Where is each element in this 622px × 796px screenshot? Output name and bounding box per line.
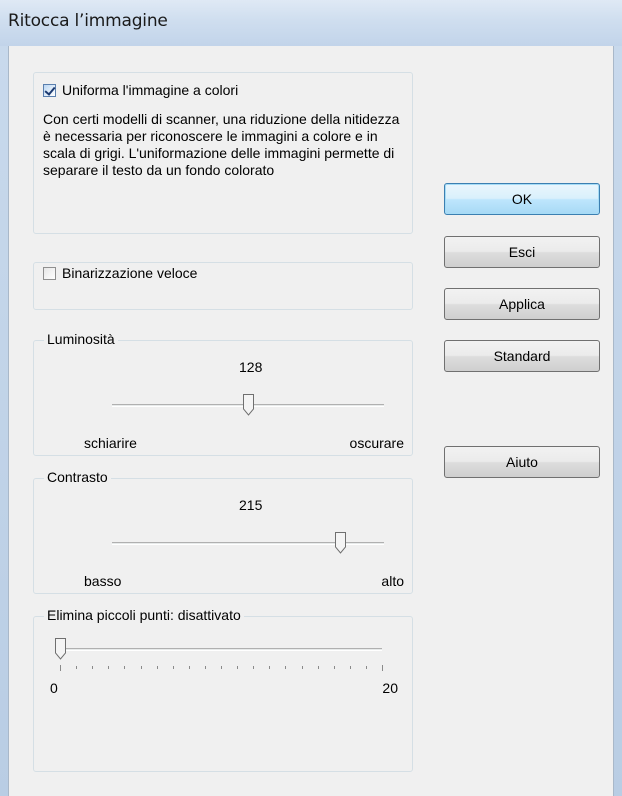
specks-tick — [317, 666, 319, 669]
window-title: Ritocca l’immagine — [8, 11, 168, 31]
specks-tick — [253, 666, 255, 669]
binarization-group: Binarizzazione veloce — [33, 262, 413, 310]
specks-tick — [382, 665, 383, 671]
brightness-min-label: schiarire — [84, 435, 137, 451]
dialog-client-area: Uniforma l'immagine a colori Con certi m… — [8, 46, 614, 796]
brightness-title: Luminosità — [44, 331, 118, 348]
window-frame-left — [0, 46, 8, 796]
specks-min-label: 0 — [50, 680, 58, 696]
standard-button[interactable]: Standard — [444, 340, 600, 372]
brightness-value: 128 — [239, 359, 263, 375]
brightness-max-label: oscurare — [349, 435, 404, 451]
specks-tick — [204, 666, 206, 669]
specks-tick — [156, 666, 158, 669]
specks-tick — [76, 666, 78, 669]
specks-max-label: 20 — [382, 680, 398, 696]
contrast-value: 215 — [239, 497, 263, 513]
apply-button[interactable]: Applica — [444, 288, 600, 320]
contrast-max-label: alto — [381, 573, 404, 589]
specks-tick — [124, 666, 126, 669]
smooth-image-description: Con certi modelli di scanner, una riduzi… — [43, 111, 400, 178]
specks-tick — [301, 666, 303, 669]
specks-tick — [221, 666, 222, 669]
specks-tick — [349, 666, 351, 669]
brightness-slider-thumb[interactable] — [242, 394, 254, 416]
specks-tick — [188, 666, 190, 669]
brightness-group: Luminosità 128 schiarire oscurare — [33, 331, 413, 456]
specks-group: Elimina piccoli punti: disattivato 0 20 — [33, 607, 413, 772]
contrast-group: Contrasto 215 basso alto — [33, 469, 413, 594]
exit-button[interactable]: Esci — [444, 236, 600, 268]
ok-button[interactable]: OK — [444, 183, 600, 215]
specks-slider-thumb[interactable] — [54, 638, 66, 660]
help-button[interactable]: Aiuto — [444, 446, 600, 478]
specks-tick — [60, 665, 61, 671]
title-bar[interactable]: Ritocca l’immagine — [0, 0, 622, 46]
specks-tick — [92, 666, 94, 669]
specks-tick — [365, 666, 367, 669]
smooth-image-checkbox[interactable] — [43, 84, 56, 97]
specks-title: Elimina piccoli punti: disattivato — [44, 607, 244, 624]
specks-tick — [172, 666, 174, 669]
contrast-title: Contrasto — [44, 469, 111, 486]
specks-tick — [269, 666, 271, 669]
binarization-label[interactable]: Binarizzazione veloce — [62, 265, 197, 282]
smooth-image-group: Uniforma l'immagine a colori Con certi m… — [33, 72, 413, 234]
contrast-slider-thumb[interactable] — [334, 532, 346, 554]
window-frame-right — [614, 46, 622, 796]
specks-tick — [333, 666, 335, 669]
smooth-image-label[interactable]: Uniforma l'immagine a colori — [62, 82, 238, 99]
specks-tick — [285, 666, 287, 669]
binarization-checkbox[interactable] — [43, 267, 56, 280]
specks-tick — [237, 666, 239, 669]
specks-tick — [140, 666, 142, 669]
contrast-min-label: basso — [84, 573, 122, 589]
specks-tick — [108, 666, 110, 669]
specks-slider-track[interactable] — [60, 648, 382, 651]
